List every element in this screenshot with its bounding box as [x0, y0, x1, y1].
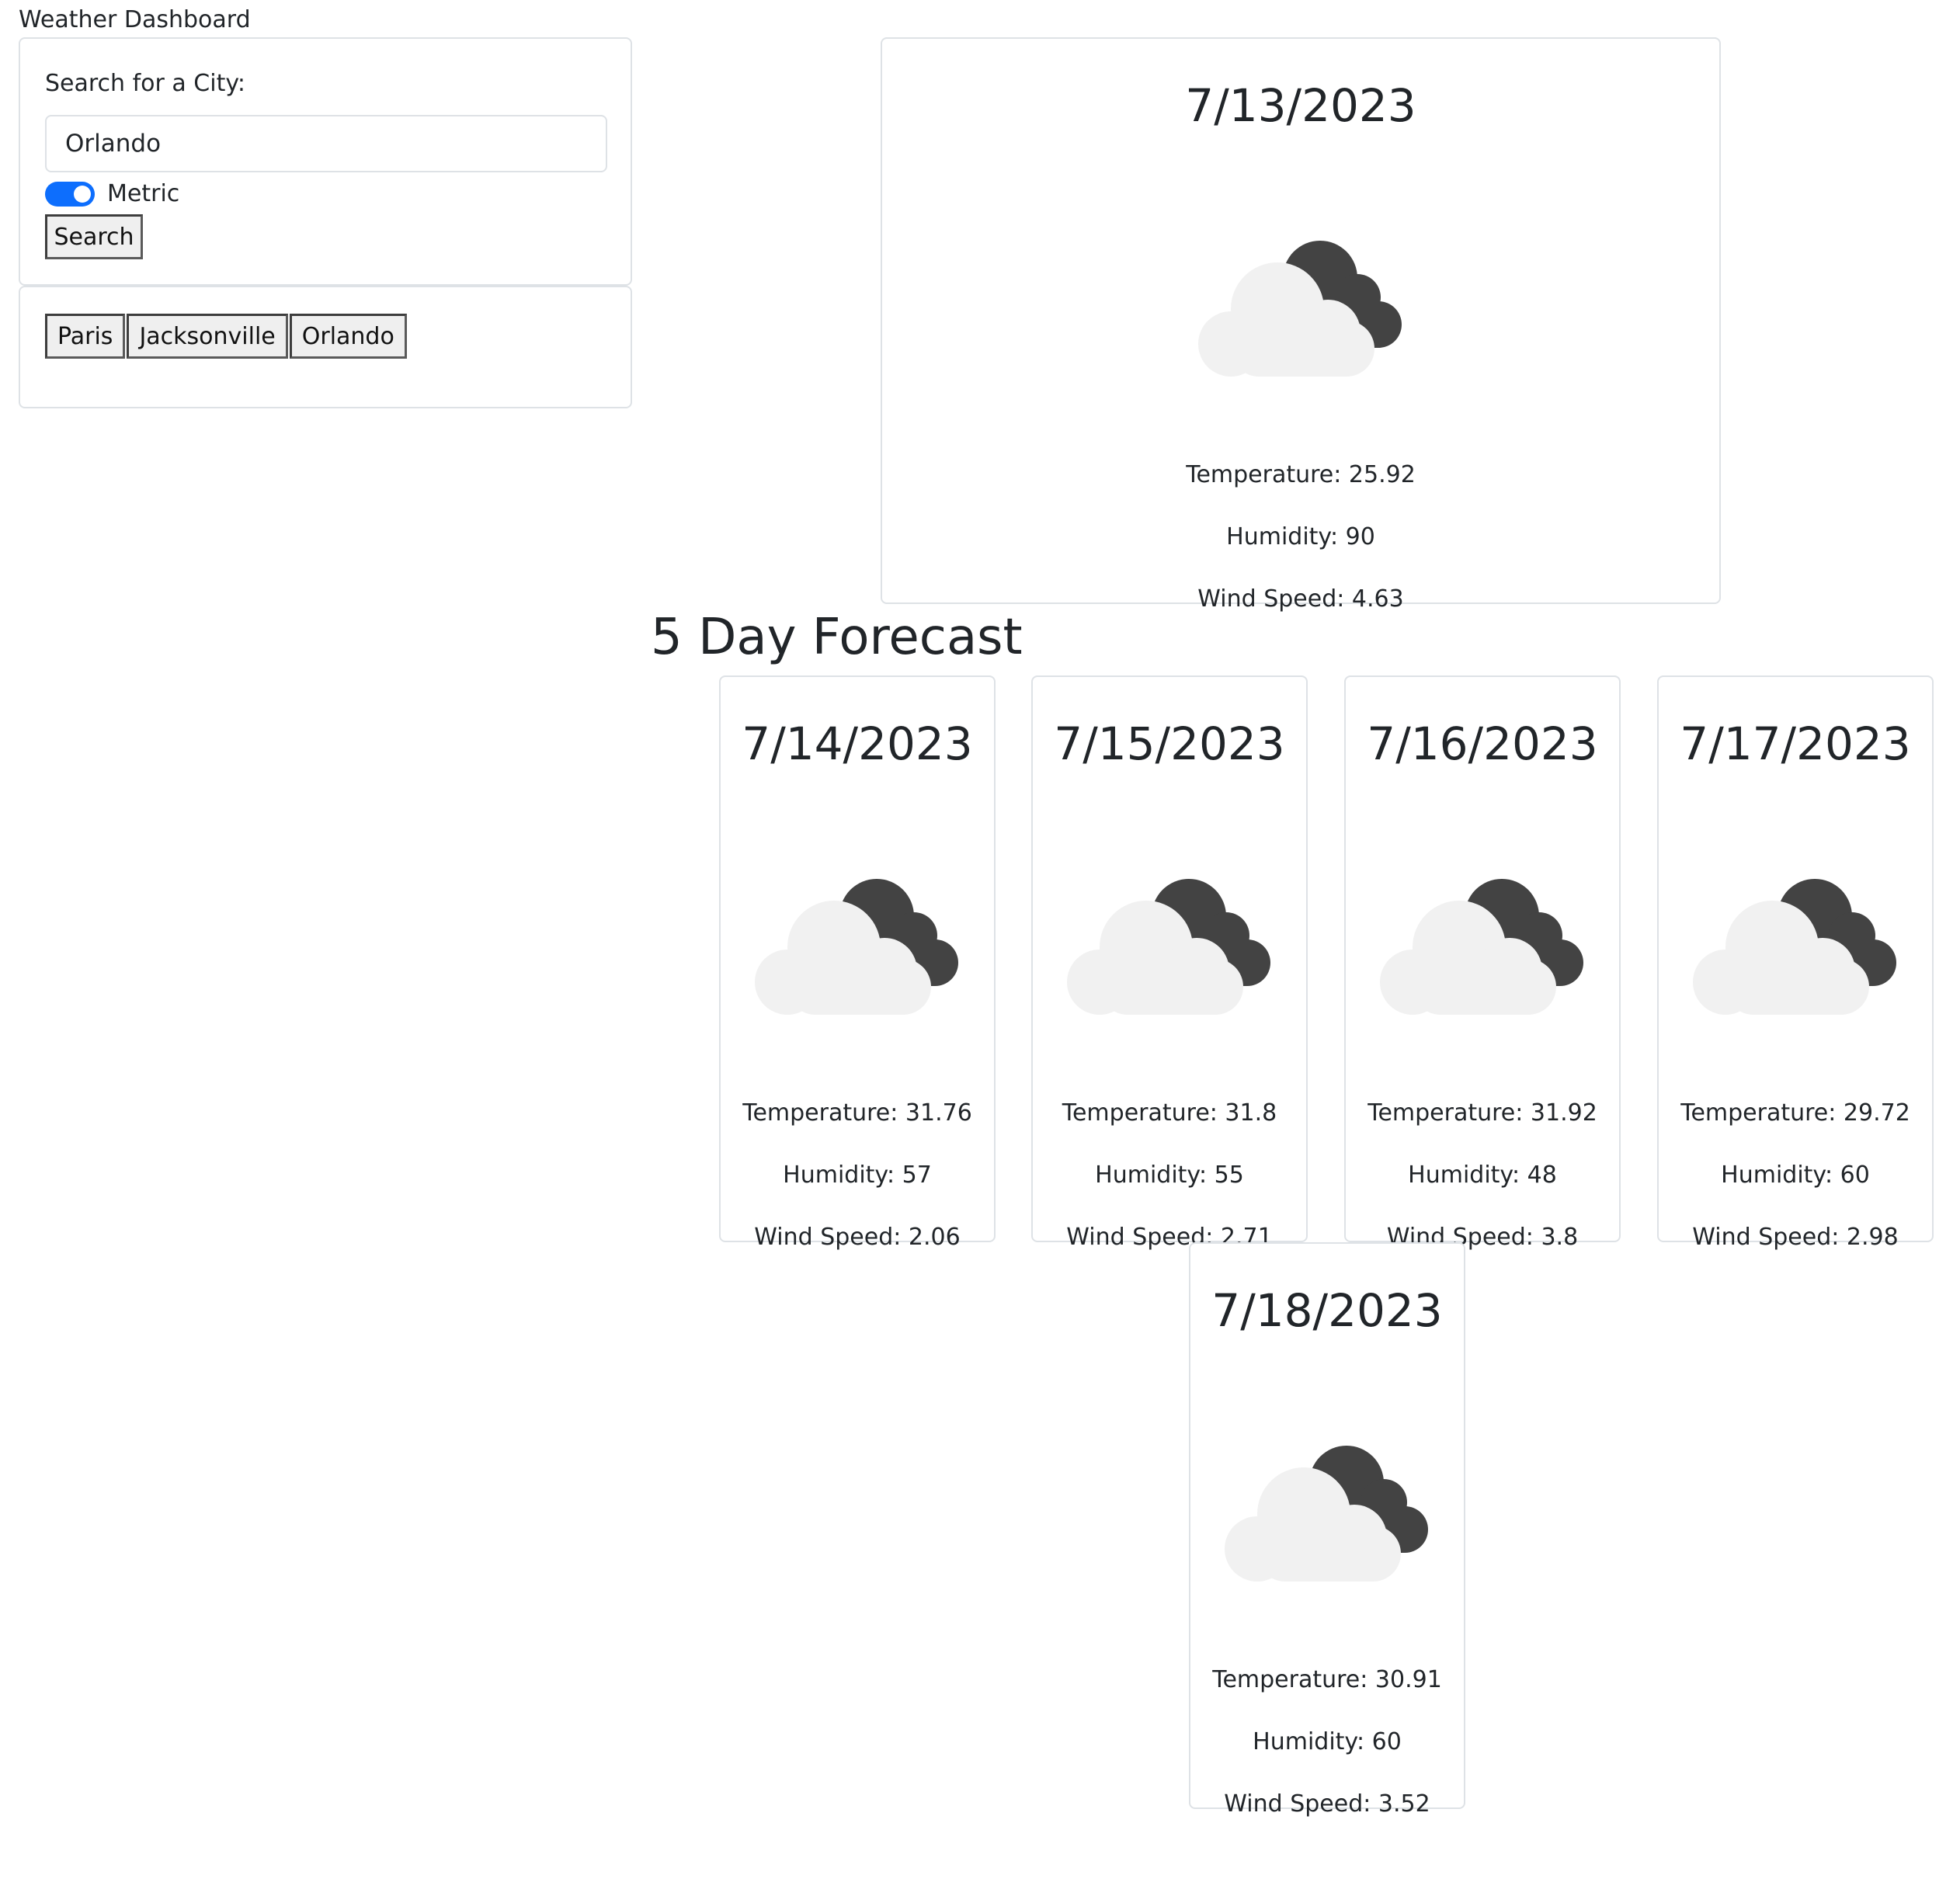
forecast-date: 7/14/2023 — [742, 717, 973, 770]
forecast-date: 7/15/2023 — [1054, 717, 1285, 770]
forecast-card: 7/14/2023 Temperature: 31.76 Humidity: 5… — [719, 675, 996, 1251]
current-weather-card: 7/13/2023 Temperature: 25.92 Humidity: 9… — [881, 37, 1721, 613]
search-label: Search for a City: — [45, 70, 246, 97]
forecast-temperature: Temperature: 31.92 — [1367, 1099, 1597, 1127]
forecast-wind-speed: Wind Speed: 3.52 — [1224, 1790, 1430, 1818]
forecast-card: 7/16/2023 Temperature: 31.92 Humidity: 4… — [1344, 675, 1621, 1251]
forecast-card: 7/15/2023 Temperature: 31.8 Humidity: 55… — [1031, 675, 1308, 1251]
forecast-temperature: Temperature: 29.72 — [1680, 1099, 1910, 1127]
forecast-card: 7/18/2023 Temperature: 30.91 Humidity: 6… — [1189, 1242, 1465, 1818]
toggle-knob — [74, 186, 91, 203]
search-history-panel: Paris Jacksonville Orlando — [19, 286, 632, 408]
forecast-title: 5 Day Forecast — [651, 609, 1023, 666]
forecast-temperature: Temperature: 30.91 — [1212, 1666, 1442, 1693]
forecast-card: 7/17/2023 Temperature: 29.72 Humidity: 6… — [1657, 675, 1934, 1251]
metric-label: Metric — [107, 180, 180, 207]
history-button-orlando[interactable]: Orlando — [289, 314, 407, 359]
forecast-temperature: Temperature: 31.8 — [1062, 1099, 1277, 1127]
history-button-jacksonville[interactable]: Jacksonville — [127, 314, 288, 359]
search-button[interactable]: Search — [45, 214, 143, 259]
history-button-list: Paris Jacksonville Orlando — [45, 314, 407, 359]
broken-clouds-night-icon — [1380, 879, 1583, 1015]
search-panel: Search for a City: Metric Search — [19, 37, 632, 286]
forecast-wind-speed: Wind Speed: 2.98 — [1692, 1224, 1899, 1251]
current-humidity: Humidity: 90 — [1226, 523, 1375, 550]
forecast-temperature: Temperature: 31.76 — [742, 1099, 972, 1127]
forecast-wind-speed: Wind Speed: 2.06 — [754, 1224, 961, 1251]
forecast-humidity: Humidity: 55 — [1095, 1161, 1244, 1189]
current-temperature: Temperature: 25.92 — [1186, 461, 1416, 488]
broken-clouds-night-icon — [1198, 241, 1402, 377]
forecast-date: 7/16/2023 — [1367, 717, 1598, 770]
broken-clouds-night-icon — [1225, 1446, 1428, 1582]
forecast-humidity: Humidity: 57 — [783, 1161, 932, 1189]
metric-toggle-row: Metric — [45, 177, 179, 211]
forecast-date: 7/17/2023 — [1680, 717, 1911, 770]
app-title: Weather Dashboard — [19, 6, 251, 33]
broken-clouds-night-icon — [1067, 879, 1270, 1015]
city-search-input[interactable] — [45, 115, 607, 172]
forecast-humidity: Humidity: 60 — [1721, 1161, 1870, 1189]
metric-toggle-switch[interactable] — [45, 182, 95, 207]
current-date: 7/13/2023 — [1185, 79, 1416, 132]
forecast-date: 7/18/2023 — [1211, 1284, 1443, 1337]
broken-clouds-night-icon — [1693, 879, 1896, 1015]
history-button-paris[interactable]: Paris — [45, 314, 126, 359]
forecast-humidity: Humidity: 48 — [1408, 1161, 1557, 1189]
broken-clouds-night-icon — [755, 879, 958, 1015]
forecast-humidity: Humidity: 60 — [1253, 1728, 1402, 1755]
